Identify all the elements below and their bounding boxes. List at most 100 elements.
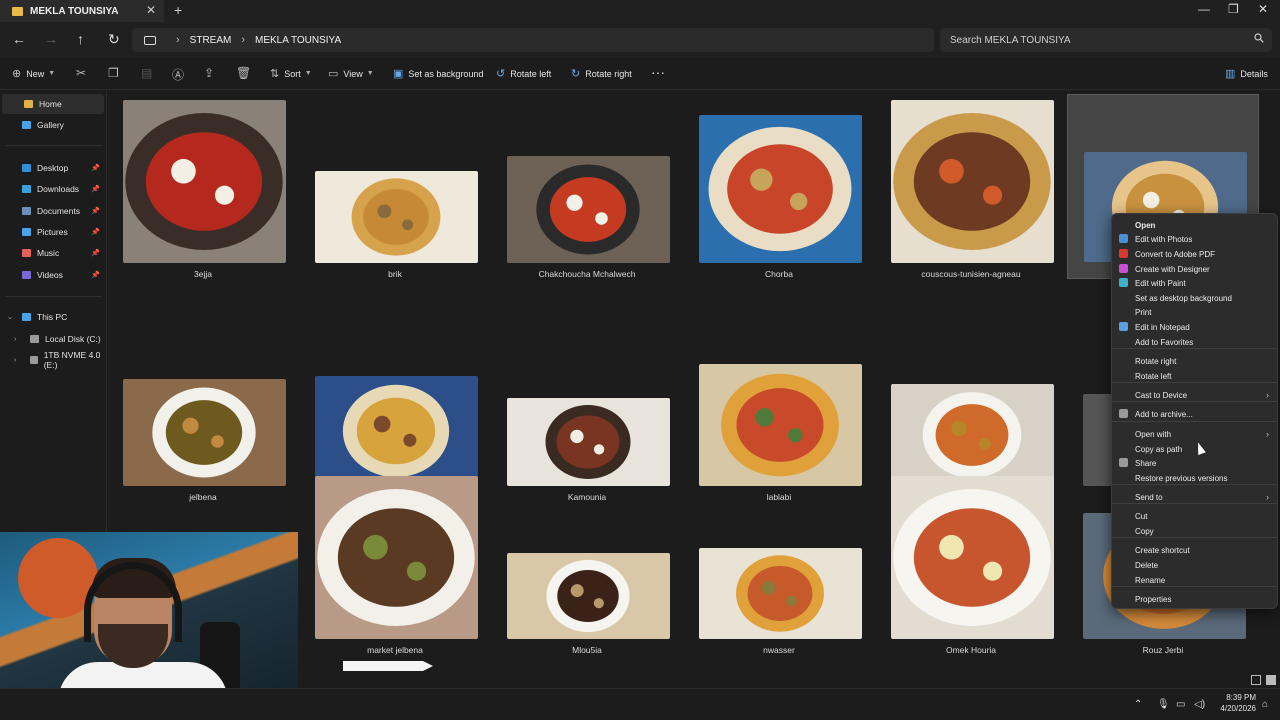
forward-button[interactable]: → bbox=[44, 31, 58, 47]
file-item[interactable]: 3ejja bbox=[107, 94, 299, 279]
share-icon[interactable]: ⇪ bbox=[204, 66, 214, 80]
menu-item-cast-to-device[interactable]: Cast to Device › bbox=[1112, 388, 1277, 402]
menu-item-label: Create with Designer bbox=[1135, 264, 1210, 274]
breadcrumb-current-folder[interactable]: MEKLA TOUNSIYA bbox=[255, 35, 341, 46]
sidebar-item-label: Gallery bbox=[37, 120, 64, 130]
rename-icon[interactable]: Ⓐ bbox=[172, 66, 184, 83]
sidebar-item-desktop[interactable]: Desktop 📌 bbox=[0, 158, 106, 178]
menu-item-create-with-designer[interactable]: Create with Designer bbox=[1112, 262, 1277, 276]
chevron-right-icon: › bbox=[1266, 492, 1269, 502]
title-bar: MEKLA TOUNSIYA ✕ + — ❐ ✕ bbox=[0, 0, 1280, 22]
new-button[interactable]: ⊕ New ▼ bbox=[12, 67, 55, 80]
sidebar-item-downloads[interactable]: Downloads 📌 bbox=[0, 179, 106, 199]
refresh-button[interactable]: ↻ bbox=[108, 31, 120, 48]
delete-icon[interactable]: 🗑 bbox=[236, 66, 251, 80]
menu-item-icon bbox=[1119, 234, 1128, 243]
pin-icon: 📌 bbox=[91, 250, 100, 257]
sidebar-item-pictures[interactable]: Pictures 📌 bbox=[0, 222, 106, 242]
copy-icon[interactable]: ❐ bbox=[108, 66, 119, 80]
file-item[interactable]: Mlou5ia bbox=[491, 470, 683, 655]
menu-item-create-shortcut[interactable]: Create shortcut bbox=[1112, 543, 1277, 557]
sidebar-item-music[interactable]: Music 📌 bbox=[0, 243, 106, 263]
rotate-left-label: Rotate left bbox=[510, 68, 552, 79]
up-button[interactable]: ↑ bbox=[77, 31, 84, 47]
menu-item-rename[interactable]: Rename bbox=[1112, 573, 1277, 587]
menu-item-label: Send to bbox=[1135, 492, 1163, 502]
view-button[interactable]: ▭ View ▼ bbox=[328, 67, 374, 80]
file-item[interactable]: Omek Houria bbox=[875, 470, 1067, 655]
menu-item-cut[interactable]: Cut bbox=[1112, 509, 1277, 523]
file-item[interactable]: Chakchoucha Mchalwech bbox=[491, 94, 683, 279]
menu-item-add-to-favorites[interactable]: Add to Favorites bbox=[1112, 335, 1277, 349]
rotate-left-button[interactable]: ↺ Rotate left bbox=[496, 67, 551, 80]
sidebar-item-local-disk[interactable]: › Local Disk (C:) bbox=[0, 329, 106, 349]
paste-icon[interactable]: ▤ bbox=[141, 66, 152, 80]
pin-icon: 📌 bbox=[91, 186, 100, 193]
minimize-button[interactable]: — bbox=[1198, 2, 1210, 16]
file-name: Rouz Jerbi bbox=[1142, 645, 1184, 655]
search-input[interactable]: Search MEKLA TOUNSIYA bbox=[940, 28, 1272, 52]
menu-item-label: Convert to Adobe PDF bbox=[1135, 249, 1216, 259]
notification-icon[interactable]: ⌂ bbox=[1262, 699, 1268, 710]
restore-button[interactable]: ❐ bbox=[1228, 2, 1239, 16]
details-view-toggle[interactable] bbox=[1251, 675, 1261, 685]
window-tab[interactable]: MEKLA TOUNSIYA ✕ bbox=[0, 0, 164, 22]
menu-item-delete[interactable]: Delete bbox=[1112, 558, 1277, 572]
thumbnail-view-toggle[interactable] bbox=[1266, 675, 1276, 685]
menu-item-send-to[interactable]: Send to › bbox=[1112, 490, 1277, 504]
menu-item-rotate-left[interactable]: Rotate left bbox=[1112, 369, 1277, 383]
home-icon bbox=[24, 100, 33, 108]
sidebar-item-this-pc[interactable]: ⌄ This PC bbox=[0, 307, 106, 327]
sidebar-item-gallery[interactable]: Gallery bbox=[0, 115, 106, 135]
sidebar-item-documents[interactable]: Documents 📌 bbox=[0, 201, 106, 221]
menu-item-open-with[interactable]: Open with › bbox=[1112, 427, 1277, 441]
back-button[interactable]: ← bbox=[12, 31, 26, 47]
close-tab-icon[interactable]: ✕ bbox=[146, 3, 156, 17]
rotate-right-button[interactable]: ↻ Rotate right bbox=[571, 67, 632, 80]
file-item[interactable]: market jelbena bbox=[299, 470, 491, 655]
menu-item-label: Create shortcut bbox=[1135, 545, 1190, 555]
menu-item-add-to-archive[interactable]: Add to archive... bbox=[1112, 407, 1277, 421]
menu-item-label: Cut bbox=[1135, 511, 1148, 521]
sidebar-item-videos[interactable]: Videos 📌 bbox=[0, 265, 106, 285]
menu-item-share[interactable]: Share bbox=[1112, 456, 1277, 470]
menu-item-edit-with-paint[interactable]: Edit with Paint bbox=[1112, 276, 1277, 290]
sidebar-item-label: Music bbox=[37, 248, 60, 258]
menu-item-icon bbox=[1119, 249, 1128, 258]
menu-item-set-as-desktop-background[interactable]: Set as desktop background bbox=[1112, 291, 1277, 305]
divider bbox=[6, 296, 102, 297]
taskbar-clock[interactable]: 8:39 PM 4/20/2026 bbox=[1208, 692, 1256, 714]
file-item[interactable]: couscous-tunisien-agneau bbox=[875, 94, 1067, 279]
menu-item-properties[interactable]: Properties bbox=[1112, 592, 1277, 606]
file-item[interactable]: nwasser bbox=[683, 470, 875, 655]
menu-item-print[interactable]: Print bbox=[1112, 305, 1277, 319]
menu-item-edit-with-photos[interactable]: Edit with Photos bbox=[1112, 232, 1277, 246]
sidebar-item-label: Videos bbox=[37, 270, 63, 280]
sidebar-item-nvme-drive[interactable]: › 1TB NVME 4.0 (E:) bbox=[0, 350, 106, 370]
set-background-button[interactable]: ▣ Set as background bbox=[393, 67, 483, 80]
details-button[interactable]: ▥ Details bbox=[1225, 67, 1268, 80]
pin-icon: 📌 bbox=[91, 272, 100, 279]
menu-item-icon bbox=[1119, 264, 1128, 273]
more-options-icon[interactable]: ··· bbox=[651, 64, 665, 80]
sidebar-item-home[interactable]: Home bbox=[2, 94, 104, 114]
close-window-button[interactable]: ✕ bbox=[1258, 2, 1268, 16]
menu-item-open[interactable]: Open bbox=[1112, 218, 1277, 232]
file-item[interactable]: Chorba bbox=[683, 94, 875, 279]
microphone-icon[interactable]: 🎙 bbox=[1157, 699, 1170, 710]
menu-item-restore-previous-versions[interactable]: Restore previous versions bbox=[1112, 471, 1277, 485]
volume-icon[interactable]: ◁) bbox=[1194, 699, 1205, 710]
menu-item-convert-to-adobe-pdf[interactable]: Convert to Adobe PDF bbox=[1112, 247, 1277, 261]
menu-item-edit-in-notepad[interactable]: Edit in Notepad bbox=[1112, 320, 1277, 334]
file-item[interactable]: brik bbox=[299, 94, 491, 279]
chevron-up-icon[interactable]: ⌃ bbox=[1134, 699, 1142, 710]
sort-button[interactable]: ⇅ Sort ▼ bbox=[270, 67, 312, 80]
breadcrumb-stream[interactable]: STREAM bbox=[190, 35, 232, 46]
gallery-icon bbox=[22, 121, 31, 129]
menu-item-rotate-right[interactable]: Rotate right bbox=[1112, 354, 1277, 368]
cut-icon[interactable]: ✂ bbox=[76, 66, 86, 80]
breadcrumb[interactable]: › STREAM › MEKLA TOUNSIYA bbox=[132, 28, 934, 52]
new-tab-button[interactable]: + bbox=[174, 2, 182, 18]
network-icon[interactable]: ▭ bbox=[1176, 699, 1185, 710]
menu-item-copy[interactable]: Copy bbox=[1112, 524, 1277, 538]
